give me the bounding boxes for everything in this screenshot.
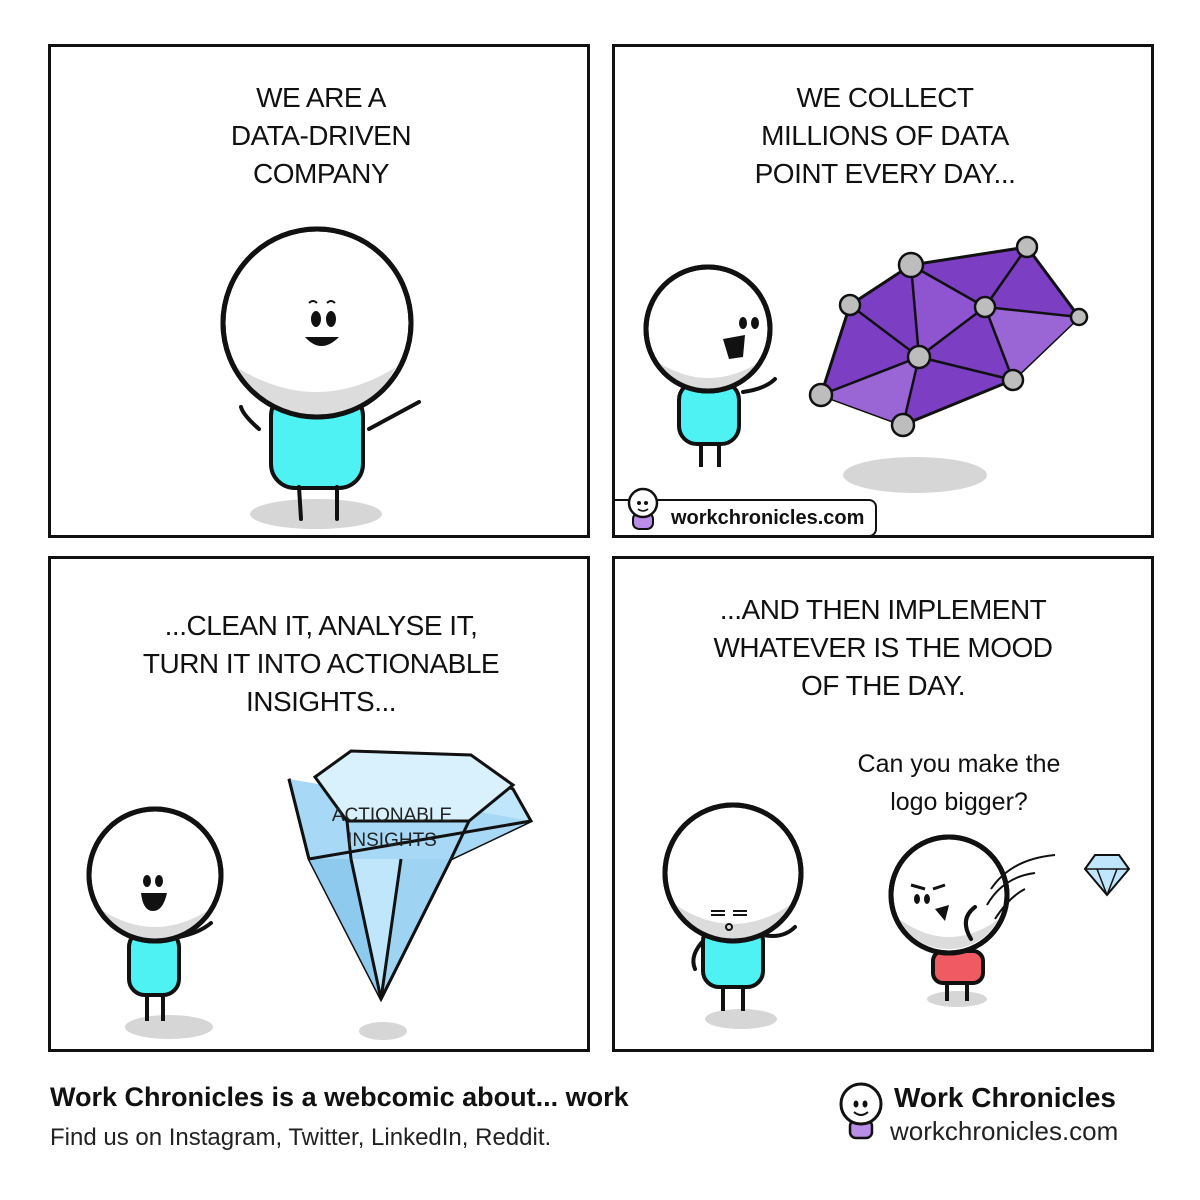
- badge-url: workchronicles.com: [671, 507, 865, 529]
- diamond-icon: [86, 749, 534, 1040]
- comic-panel-1: WE ARE A DATA-DRIVEN COMPANY: [48, 44, 590, 538]
- data-network-icon: [643, 235, 1089, 493]
- comic-panel-4: ...AND THEN IMPLEMENT WHATEVER IS THE MO…: [612, 556, 1154, 1052]
- brand-name[interactable]: Work Chronicles: [894, 1082, 1116, 1114]
- boss-throwing-diamond-icon: [662, 802, 1131, 1029]
- comic-panel-2: WE COLLECT MILLIONS OF DATA POINT EVERY …: [612, 44, 1154, 538]
- footer-title: Work Chronicles is a webcomic about... w…: [50, 1082, 629, 1112]
- footer-subtitle: Find us on Instagram, Twitter, LinkedIn,…: [50, 1124, 552, 1151]
- comic-panel-3: ...CLEAN IT, ANALYSE IT, TURN IT INTO AC…: [48, 556, 590, 1052]
- diamond-label: ACTIONABLE INSIGHTS: [331, 805, 453, 851]
- smiling-character-icon: [220, 226, 421, 529]
- workchronicles-logo-icon: [627, 487, 659, 530]
- brand-url[interactable]: workchronicles.com: [890, 1116, 1118, 1147]
- workchronicles-logo-icon: [839, 1082, 883, 1140]
- workchronicles-badge[interactable]: workchronicles.com: [615, 487, 877, 535]
